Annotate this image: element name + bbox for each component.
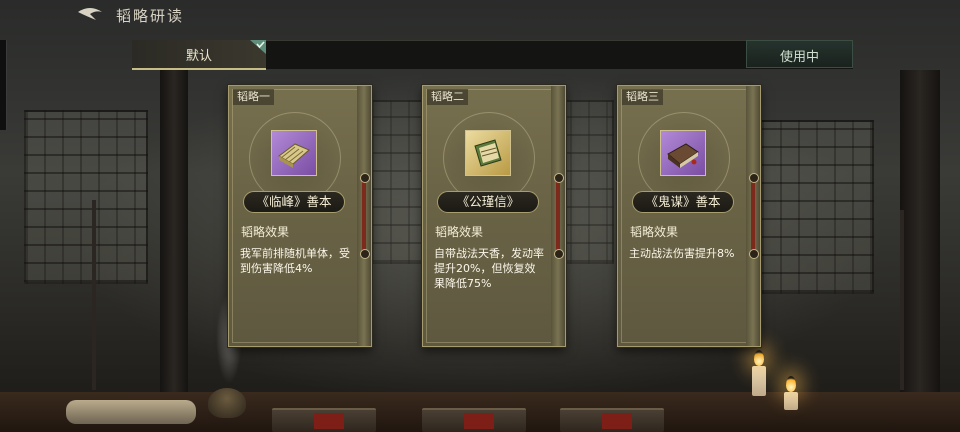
- back-arrow-icon[interactable]: [76, 6, 106, 24]
- item-icon-frame[interactable]: [660, 130, 706, 176]
- card-scroll-rod: [749, 173, 759, 259]
- background-pillar-right: [900, 70, 940, 400]
- strategy-card-3[interactable]: 韬略三 《鬼谋》善本 韬略效果 主动战法伤害提升8%: [617, 85, 761, 347]
- check-icon: [250, 40, 266, 54]
- background-window-left: [24, 110, 148, 284]
- header: 韬略研读: [0, 0, 960, 32]
- background-window-right: [760, 120, 874, 294]
- card-scroll-rod: [554, 173, 564, 259]
- closed-book-icon: [667, 143, 699, 168]
- candle-flame-1: [754, 350, 764, 366]
- table-book-1: [272, 408, 376, 432]
- table-book-3: [560, 408, 664, 432]
- bamboo-book-icon: [278, 143, 310, 168]
- item-name: 《鬼谋》善本: [632, 191, 734, 213]
- effect-text: 主动战法伤害提升8%: [629, 247, 735, 260]
- candle-stand-right: [900, 210, 904, 390]
- candle-stand-left: [92, 200, 96, 390]
- tab-default[interactable]: 默认: [132, 40, 266, 70]
- effect-text: 自带战法天香，发动率提升20%，但恢复效果降低75%: [434, 247, 544, 290]
- strategy-card-1[interactable]: 韬略一 《临峰》善本 韬略效果 我军前排随机单体，受到伤害降低4%: [228, 85, 372, 347]
- effect-label: 韬略效果: [435, 225, 484, 239]
- effect-label: 韬略效果: [241, 225, 290, 239]
- strategy-card-2[interactable]: 韬略二 《公瑾信》 韬略效果 自带战法天香，发动率提升20%，但恢复效果降低75…: [422, 85, 566, 347]
- card-slot-label: 韬略一: [233, 89, 274, 105]
- card-slot-label: 韬略三: [622, 89, 663, 105]
- effect-text: 我军前排随机单体，受到伤害降低4%: [240, 247, 350, 275]
- item-name: 《公瑾信》: [437, 191, 539, 213]
- item-icon-frame[interactable]: [271, 130, 317, 176]
- candle-1: [752, 366, 766, 396]
- in-use-button-label: 使用中: [779, 50, 819, 65]
- page-title: 韬略研读: [116, 7, 185, 25]
- card-scroll-rod: [360, 173, 370, 259]
- table-book-2: [422, 408, 526, 432]
- candle-2: [784, 392, 798, 410]
- left-edge-handle[interactable]: [0, 40, 7, 130]
- item-name: 《临峰》善本: [243, 191, 345, 213]
- letter-bundle-icon: [474, 139, 502, 167]
- in-use-button[interactable]: 使用中: [746, 40, 853, 68]
- tab-default-label: 默认: [185, 49, 212, 64]
- effect-label: 韬略效果: [630, 225, 679, 239]
- background-pillar-left: [160, 70, 188, 400]
- bamboo-scroll: [66, 400, 196, 424]
- candle-flame-2: [786, 376, 796, 392]
- incense-burner: [208, 388, 246, 418]
- item-icon-frame[interactable]: [465, 130, 511, 176]
- card-slot-label: 韬略二: [427, 89, 468, 105]
